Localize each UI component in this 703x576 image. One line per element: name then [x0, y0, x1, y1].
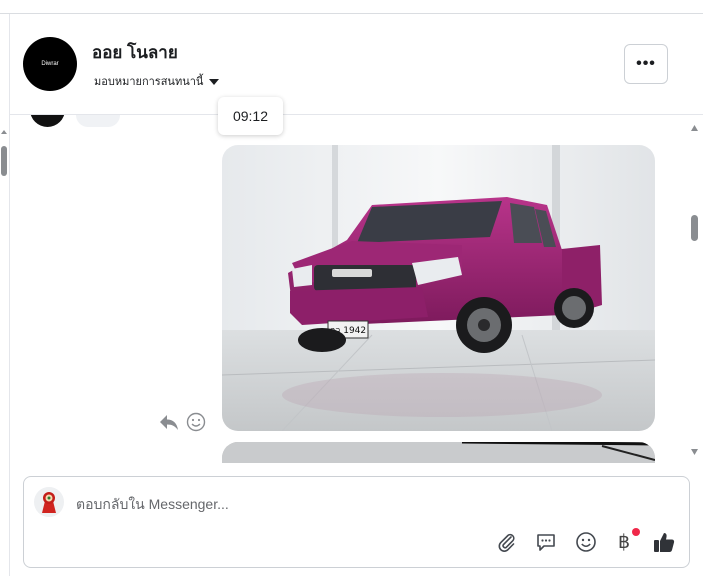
more-options-button[interactable]: ••• [624, 44, 668, 84]
assign-label: มอบหมายการสนทนานี้ [94, 76, 204, 88]
saved-replies-icon[interactable] [533, 529, 559, 555]
message-thread[interactable]: กว 1942 [10, 115, 703, 463]
page-avatar-text: Diwrar [41, 61, 59, 67]
caret-down-icon [209, 78, 220, 85]
assign-conversation-dropdown[interactable]: มอบหมายการสนทนานี้ [94, 72, 220, 90]
message-photo[interactable]: กว 1942 [222, 145, 655, 431]
more-icon: ••• [636, 55, 656, 72]
thread-scrollbar[interactable] [686, 117, 703, 463]
second-photo-image [222, 442, 655, 463]
reply-input[interactable] [76, 493, 636, 515]
user-avatar [34, 487, 64, 517]
react-emoji-icon[interactable] [186, 412, 206, 432]
page-avatar[interactable]: Diwrar [23, 37, 77, 91]
like-thumbs-up-icon[interactable] [651, 529, 677, 555]
attach-file-icon[interactable] [494, 529, 520, 555]
truck-photo-image: กว 1942 [222, 145, 655, 431]
previous-message-bubble [76, 115, 120, 127]
message-photo-second[interactable] [222, 442, 655, 463]
tooltip-time: 09:12 [232, 108, 269, 124]
left-scrollbar[interactable] [0, 128, 8, 188]
reply-icon[interactable] [158, 412, 180, 432]
reply-composer: ฿ [23, 476, 690, 568]
conversation-header: Diwrar ออย โนลาย มอบหมายการสนทนานี้ ••• [10, 14, 703, 115]
emoji-picker-icon[interactable] [573, 529, 599, 555]
previous-message-avatar [30, 115, 65, 127]
payment-notification-dot [632, 528, 640, 536]
contact-name[interactable]: ออย โนลาย [92, 39, 178, 66]
timestamp-tooltip: 09:12 [218, 97, 283, 135]
